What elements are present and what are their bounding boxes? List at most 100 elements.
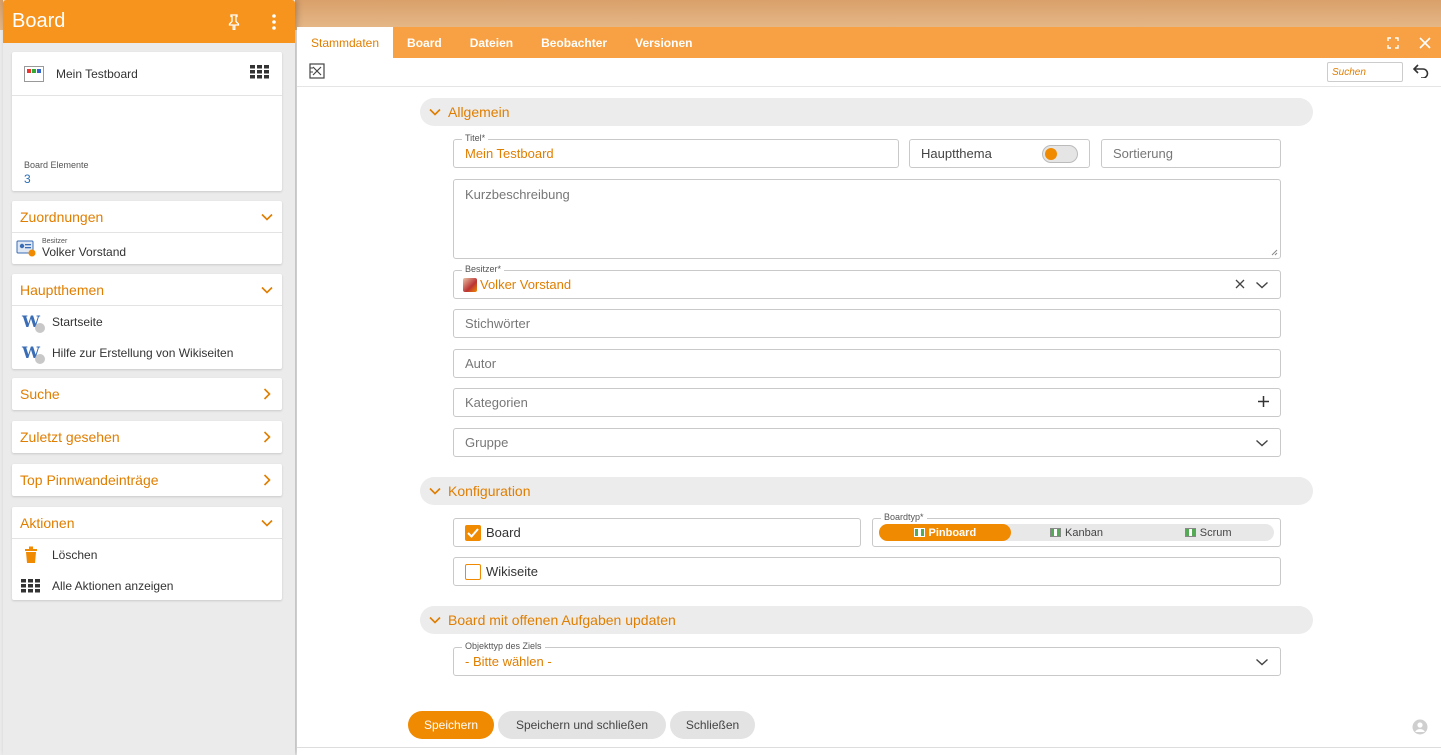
save-button[interactable]: Speichern bbox=[408, 711, 494, 739]
action-delete[interactable]: Löschen bbox=[12, 539, 282, 570]
user-icon[interactable] bbox=[1412, 719, 1428, 738]
grid-icon[interactable] bbox=[250, 65, 270, 82]
actions-title: Aktionen bbox=[20, 514, 75, 531]
chevron-right-icon bbox=[260, 430, 274, 444]
board-checkbox-label: Board bbox=[486, 525, 521, 540]
tab-beobachter[interactable]: Beobachter bbox=[527, 27, 621, 58]
action-label: Löschen bbox=[52, 547, 98, 562]
search-card[interactable]: Suche bbox=[12, 378, 282, 410]
assignments-header[interactable]: Zuordnungen bbox=[12, 201, 282, 233]
kanban-icon bbox=[1050, 528, 1062, 537]
main-topics-title: Hauptthemen bbox=[20, 281, 105, 298]
main-topic-label: Hilfe zur Erstellung von Wikiseiten bbox=[52, 345, 234, 360]
section-update-header[interactable]: Board mit offenen Aufgaben updaten bbox=[420, 606, 1313, 634]
owner-field-value: Volker Vorstand bbox=[480, 277, 572, 292]
boardtype-option-label: Kanban bbox=[1065, 526, 1103, 539]
chevron-right-icon bbox=[260, 387, 274, 401]
boardtype-label: Boardtyp* bbox=[881, 512, 927, 522]
tab-bar: Stammdaten Board Dateien Beobachter Vers… bbox=[297, 27, 1441, 58]
pin-icon[interactable] bbox=[222, 10, 246, 34]
main-topic-label: Startseite bbox=[52, 314, 103, 329]
boardtype-option-pinboard[interactable]: Pinboard bbox=[879, 524, 1011, 541]
close-icon[interactable] bbox=[1409, 27, 1441, 58]
keywords-field[interactable]: Stichwörter bbox=[453, 309, 1281, 338]
main-topic-label: Hauptthema bbox=[921, 146, 992, 161]
action-show-all[interactable]: Alle Aktionen anzeigen bbox=[12, 570, 282, 601]
main-topic-toggle[interactable] bbox=[1042, 144, 1078, 163]
clear-icon[interactable] bbox=[1235, 277, 1245, 292]
export-excel-icon[interactable] bbox=[309, 62, 325, 82]
short-description-placeholder: Kurzbeschreibung bbox=[465, 187, 570, 202]
boardtype-option-scrum[interactable]: Scrum bbox=[1142, 524, 1274, 541]
search-title: Suche bbox=[20, 386, 60, 402]
sort-field[interactable]: Sortierung bbox=[1101, 139, 1281, 168]
board-checkbox[interactable] bbox=[465, 524, 481, 541]
chevron-down-icon bbox=[260, 516, 274, 530]
maximize-icon[interactable] bbox=[1377, 27, 1409, 58]
wiki-checkbox[interactable] bbox=[465, 563, 481, 580]
more-vertical-icon[interactable] bbox=[262, 10, 286, 34]
wiki-page-icon: W bbox=[22, 312, 45, 333]
short-description-field[interactable]: Kurzbeschreibung bbox=[453, 179, 1281, 259]
board-side-panel: Board Mein Testboard Board Elemente 3 Zu… bbox=[3, 0, 295, 755]
close-button[interactable]: Schließen bbox=[670, 711, 755, 739]
owner-avatar bbox=[463, 277, 477, 292]
save-and-close-button[interactable]: Speichern und schließen bbox=[498, 711, 666, 739]
undo-icon[interactable] bbox=[1412, 63, 1429, 81]
board-checkbox-field[interactable]: Board bbox=[453, 518, 861, 547]
tab-dateien[interactable]: Dateien bbox=[456, 27, 527, 58]
chevron-down-icon[interactable] bbox=[1255, 278, 1269, 292]
add-icon[interactable] bbox=[1258, 395, 1269, 410]
boardtype-option-kanban[interactable]: Kanban bbox=[1011, 524, 1143, 541]
title-value: Mein Testboard bbox=[465, 146, 554, 161]
tab-stammdaten[interactable]: Stammdaten bbox=[297, 27, 394, 58]
main-topics-header[interactable]: Hauptthemen bbox=[12, 274, 282, 306]
resize-handle-icon[interactable] bbox=[1271, 249, 1278, 256]
top-pinboard-entries-title: Top Pinnwandeinträge bbox=[20, 472, 159, 488]
section-config-title: Konfiguration bbox=[448, 483, 531, 499]
chevron-right-icon bbox=[260, 473, 274, 487]
tab-board[interactable]: Board bbox=[393, 27, 456, 58]
recently-viewed-title: Zuletzt gesehen bbox=[20, 429, 120, 445]
target-type-select[interactable]: Objekttyp des Ziels - Bitte wählen - bbox=[453, 641, 1281, 676]
chevron-down-icon bbox=[1255, 655, 1269, 669]
wiki-page-icon: W bbox=[22, 343, 45, 364]
owner-name[interactable]: Volker Vorstand bbox=[42, 245, 126, 259]
chevron-down-icon bbox=[260, 210, 274, 224]
target-type-label: Objekttyp des Ziels bbox=[462, 641, 545, 651]
target-type-value: - Bitte wählen - bbox=[465, 654, 552, 669]
boardtype-option-label: Pinboard bbox=[928, 526, 977, 539]
boardtype-option-label: Scrum bbox=[1199, 526, 1232, 539]
chevron-down-icon bbox=[1255, 436, 1269, 450]
chevron-down-icon bbox=[428, 484, 442, 498]
search-input[interactable] bbox=[1327, 62, 1403, 82]
group-field[interactable]: Gruppe bbox=[453, 428, 1281, 457]
title-field[interactable]: Titel* Mein Testboard bbox=[453, 133, 899, 168]
assignments-card: Zuordnungen Besitzer Volker Vorstand bbox=[12, 201, 282, 264]
owner-field[interactable]: Besitzer* Volker Vorstand bbox=[453, 264, 1281, 299]
author-field[interactable]: Autor bbox=[453, 349, 1281, 378]
section-config-header[interactable]: Konfiguration bbox=[420, 477, 1313, 505]
top-pinboard-entries-card[interactable]: Top Pinnwandeinträge bbox=[12, 464, 282, 496]
section-general-header[interactable]: Allgemein bbox=[420, 98, 1313, 126]
board-elements-label: Board Elemente bbox=[24, 160, 89, 170]
author-placeholder: Autor bbox=[465, 356, 497, 371]
chevron-down-icon bbox=[260, 283, 274, 297]
keywords-placeholder: Stichwörter bbox=[465, 316, 531, 331]
wiki-checkbox-field[interactable]: Wikiseite bbox=[453, 557, 1281, 586]
board-icon bbox=[24, 65, 44, 82]
main-topic-item[interactable]: W Startseite bbox=[12, 306, 282, 337]
board-elements-count[interactable]: 3 bbox=[24, 172, 31, 186]
actions-header[interactable]: Aktionen bbox=[12, 507, 282, 539]
main-topic-item[interactable]: W Hilfe zur Erstellung von Wikiseiten bbox=[12, 337, 282, 368]
chevron-down-icon bbox=[428, 613, 442, 627]
actions-card: Aktionen Löschen Alle Aktionen anzeigen bbox=[12, 507, 282, 600]
tab-versionen[interactable]: Versionen bbox=[621, 27, 706, 58]
section-update-title: Board mit offenen Aufgaben updaten bbox=[448, 612, 676, 628]
recently-viewed-card[interactable]: Zuletzt gesehen bbox=[12, 421, 282, 453]
owner-label: Besitzer bbox=[42, 237, 68, 245]
categories-field[interactable]: Kategorien bbox=[453, 388, 1281, 417]
board-summary-card: Mein Testboard Board Elemente 3 bbox=[12, 52, 282, 191]
side-panel-header: Board bbox=[3, 0, 295, 43]
board-edit-dialog: Stammdaten Board Dateien Beobachter Vers… bbox=[297, 27, 1441, 755]
